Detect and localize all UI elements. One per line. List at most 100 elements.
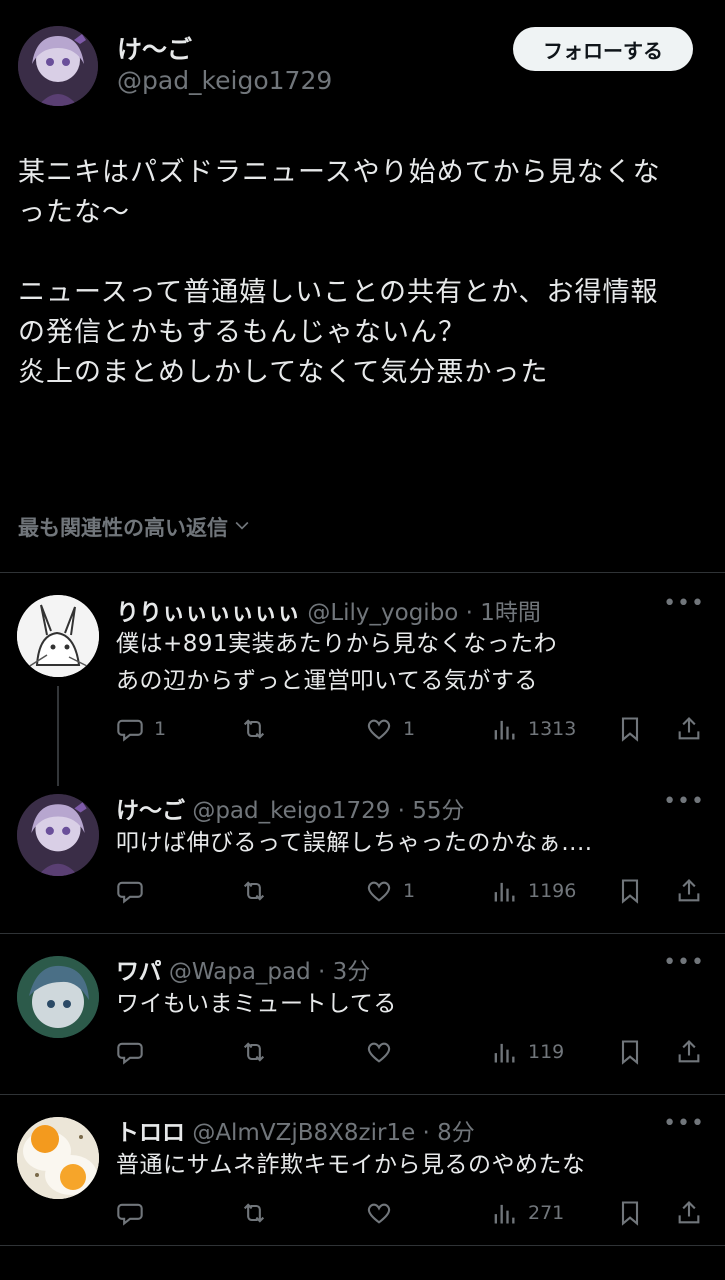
more-options-icon[interactable]: ••• [663,950,705,975]
share-action[interactable] [675,1196,703,1230]
action-bar: 119 [116,1035,711,1069]
post-text-line: の発信とかもするもんじゃないん？ [18,317,466,348]
reply-text-line: ワイもいまミュートしてる [116,991,397,1017]
share-upload-icon [678,879,700,902]
views-action[interactable]: 1196 [490,874,576,908]
reply-text: 僕は+891実装あたりから見なくなったわ あの辺からずっと運営叩いてる気がする [116,626,557,700]
speech-bubble-icon [117,881,143,904]
share-action[interactable] [675,712,703,746]
view-count: 1196 [528,880,577,902]
post-text-line: 炎上のまとめしかしてなくて気分悪かった [18,357,549,388]
avatar-rabbit-image [17,595,99,677]
reply-sort-selector[interactable]: 最も関連性の高い返信 [18,512,252,542]
avatar-fried-egg-image [17,1117,99,1199]
post-text-line: 某ニキはパズドラニュースやり始めてから見なくな [18,157,661,188]
views-action[interactable]: 1313 [490,712,576,746]
retweet-action[interactable] [240,1035,278,1069]
reply-meta[interactable]: @Wapa_pad · 3分 [169,959,370,985]
reply-meta[interactable]: @pad_keigo1729 · 55分 [192,798,464,824]
more-options-icon[interactable]: ••• [663,591,705,616]
reply-text-line: あの辺からずっと運営叩いてる気がする [116,668,538,694]
retweet-action[interactable] [240,712,278,746]
retweet-arrows-icon [243,881,265,901]
bar-chart-icon [494,720,515,740]
chevron-down-icon [232,515,252,540]
reply-action[interactable] [116,874,154,908]
reply-text: ワイもいまミュートしてる [116,986,397,1023]
reply-text-line: 普通にサムネ詐欺キモイから見るのやめたな [116,1152,586,1178]
bookmark-action[interactable] [616,1035,644,1069]
avatar-anime-girl-image [18,26,98,106]
reply-item[interactable]: りりぃぃぃぃぃぃ @Lily_yogibo · 1時間 ••• 僕は+891実装… [0,573,725,773]
action-bar: 1 1196 [116,874,711,908]
reply-meta[interactable]: @AlmVZjB8X8zir1e · 8分 [192,1120,474,1146]
heart-icon [367,881,391,902]
reply-author-name[interactable]: りりぃぃぃぃぃぃ [116,600,300,626]
author-name[interactable]: け〜ご [117,30,192,66]
like-action[interactable] [365,1196,403,1230]
bookmark-icon [621,1040,639,1065]
like-count: 1 [403,718,416,740]
share-upload-icon [678,1201,700,1224]
bookmark-action[interactable] [616,712,644,746]
views-action[interactable]: 271 [490,1196,564,1230]
reply-meta[interactable]: @Lily_yogibo · 1時間 [307,600,541,626]
post-text: 某ニキはパズドラニュースやり始めてから見なくな ったな〜 ニュースって普通嬉しい… [18,153,713,393]
reply-avatar[interactable] [17,1117,99,1199]
like-action[interactable]: 1 [365,874,415,908]
reply-action[interactable]: 1 [116,712,166,746]
like-count: 1 [403,880,416,902]
heart-icon [367,719,391,740]
reply-author-name[interactable]: け〜ご [116,798,185,824]
retweet-arrows-icon [243,1042,265,1062]
main-post: け〜ご @pad_keigo1729 フォローする 某ニキはパズドラニュースやり… [0,0,725,572]
reply-item[interactable]: トロロ @AlmVZjB8X8zir1e · 8分 ••• 普通にサムネ詐欺キモ… [0,1095,725,1245]
author-avatar[interactable] [18,26,98,106]
retweet-action[interactable] [240,874,278,908]
reply-avatar[interactable] [17,794,99,876]
heart-icon [367,1042,391,1063]
bar-chart-icon [494,882,515,902]
view-count: 119 [528,1041,565,1063]
reply-avatar[interactable] [17,956,99,1038]
like-action[interactable] [365,1035,403,1069]
speech-bubble-icon [117,1203,143,1226]
speech-bubble-icon [117,1042,143,1065]
views-action[interactable]: 119 [490,1035,564,1069]
reply-action[interactable] [116,1196,154,1230]
avatar-anime-character-image [17,956,99,1038]
view-count: 1313 [528,718,577,740]
reply-item[interactable]: け〜ご @pad_keigo1729 · 55分 ••• 叩けば伸びるって誤解し… [0,773,725,933]
action-bar: 271 [116,1196,711,1230]
post-text-line: ったな〜 [18,197,130,228]
bar-chart-icon [494,1043,515,1063]
reply-text: 叩けば伸びるって誤解しちゃったのかなぁ.... [116,825,593,862]
bar-chart-icon [494,1204,515,1224]
bookmark-action[interactable] [616,874,644,908]
post-text-line: ニュースって普通嬉しいことの共有とか、お得情報 [18,277,659,308]
bookmark-action[interactable] [616,1196,644,1230]
more-options-icon[interactable]: ••• [663,1111,705,1136]
share-action[interactable] [675,874,703,908]
reply-sort-label: 最も関連性の高い返信 [18,516,228,540]
author-handle[interactable]: @pad_keigo1729 [117,66,332,95]
reply-text-line: 僕は+891実装あたりから見なくなったわ [116,631,558,657]
reply-author-name[interactable]: ワパ [116,959,162,985]
reply-author-name[interactable]: トロロ [116,1120,185,1146]
follow-button[interactable]: フォローする [513,27,693,71]
share-upload-icon [678,1040,700,1063]
reply-text: 普通にサムネ詐欺キモイから見るのやめたな [116,1147,586,1184]
speech-bubble-icon [117,719,143,742]
bookmark-icon [621,717,639,742]
thread-connector-line [57,686,59,786]
avatar-anime-girl-image [17,794,99,876]
reply-action[interactable] [116,1035,154,1069]
like-action[interactable]: 1 [365,712,415,746]
action-bar: 1 1 1313 [116,712,711,746]
reply-item[interactable]: ワパ @Wapa_pad · 3分 ••• ワイもいまミュートしてる 119 [0,934,725,1094]
more-options-icon[interactable]: ••• [663,789,705,814]
retweet-action[interactable] [240,1196,278,1230]
reply-avatar[interactable] [17,595,99,677]
share-action[interactable] [675,1035,703,1069]
bookmark-icon [621,1201,639,1226]
